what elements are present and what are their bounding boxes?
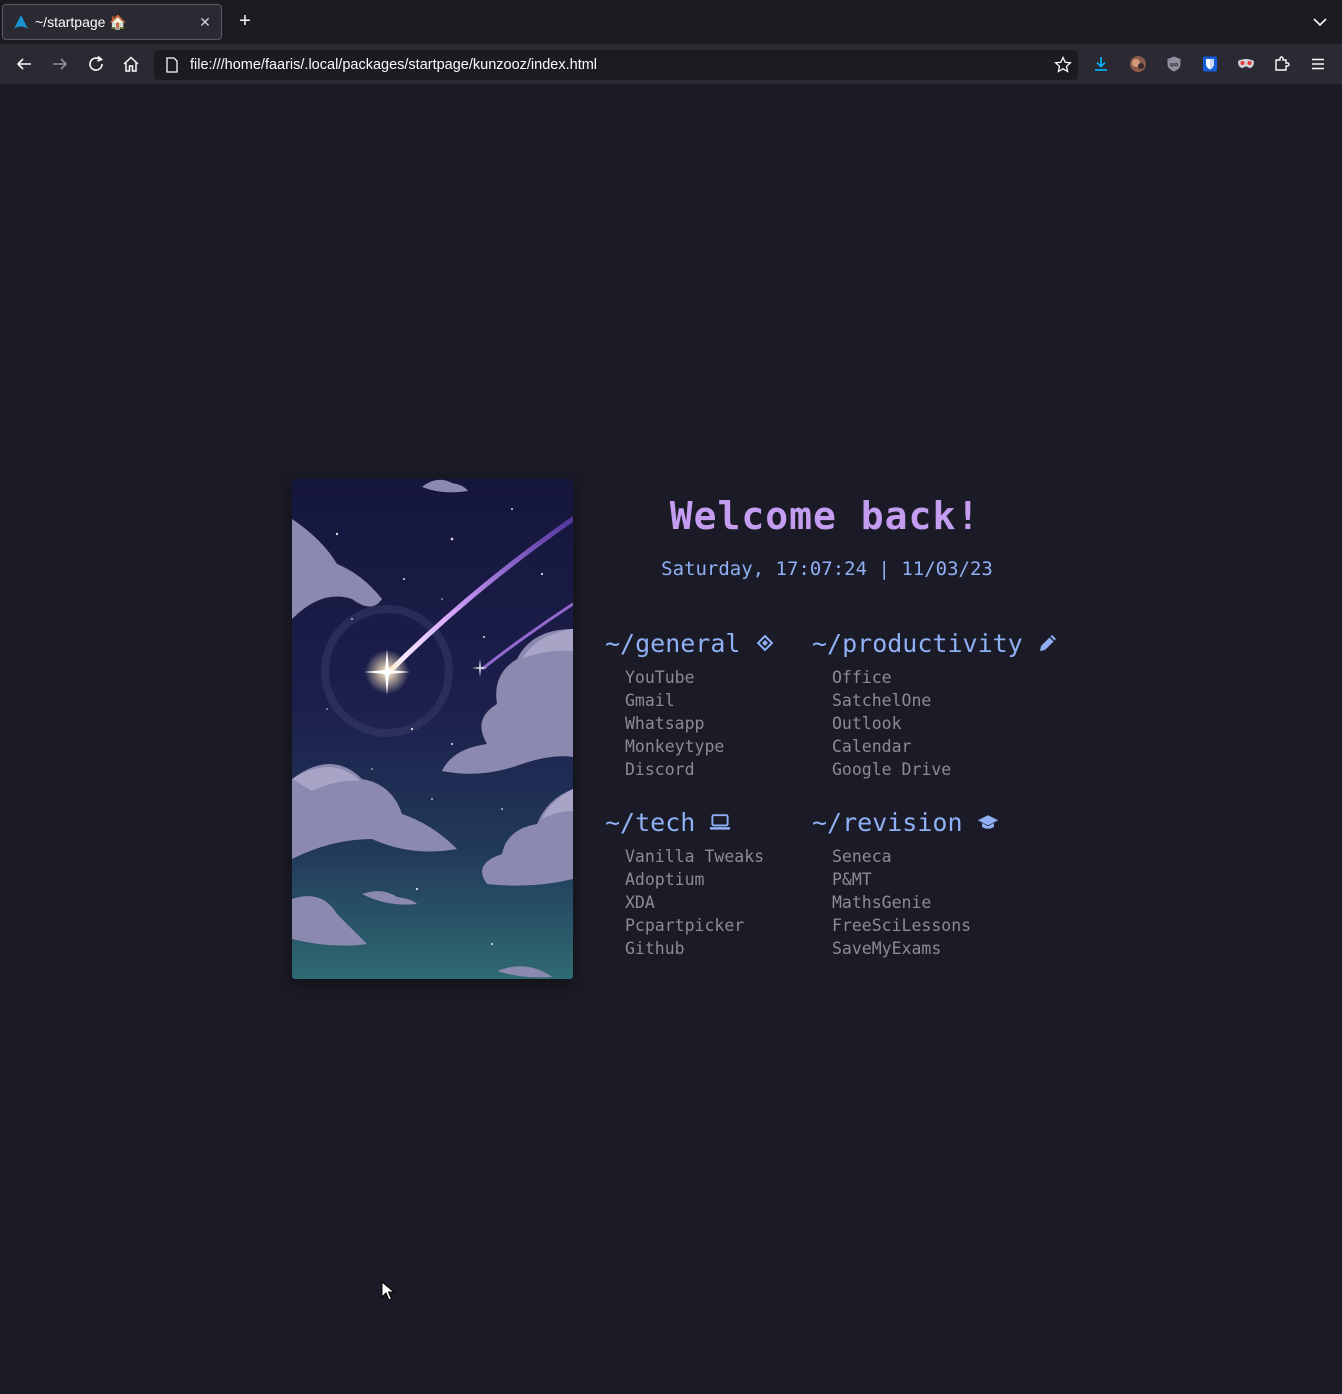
- link-savemyexams[interactable]: SaveMyExams: [832, 937, 999, 960]
- forward-button[interactable]: [50, 54, 70, 74]
- link-list: Office SatchelOne Outlook Calendar Googl…: [812, 666, 1059, 781]
- link-list: YouTube Gmail Whatsapp Monkeytype Discor…: [605, 666, 776, 781]
- tab-bar: ~/startpage 🏠 ✕ +: [0, 0, 1342, 44]
- link-freescilessons[interactable]: FreeSciLessons: [832, 914, 999, 937]
- link-outlook[interactable]: Outlook: [832, 712, 1059, 735]
- download-icon: [1095, 57, 1107, 71]
- starry-sky-image: [292, 479, 573, 979]
- address-bar[interactable]: file:///home/faaris/.local/packages/star…: [154, 50, 1078, 80]
- link-whatsapp[interactable]: Whatsapp: [625, 712, 776, 735]
- section-title: ~/tech: [605, 807, 696, 837]
- ublock-extension-button[interactable]: uo: [1164, 54, 1184, 74]
- hamburger-menu-icon: [1312, 58, 1324, 70]
- section-revision: ~/revision Seneca P&MT MathsGenie FreeSc…: [812, 805, 999, 960]
- link-google-drive[interactable]: Google Drive: [832, 758, 1059, 781]
- section-title: ~/productivity: [812, 628, 1023, 658]
- section-heading: ~/revision: [812, 805, 999, 839]
- section-heading: ~/tech: [605, 805, 764, 839]
- list-all-tabs-button[interactable]: [1310, 12, 1330, 32]
- welcome-heading: Welcome back!: [669, 494, 981, 538]
- link-office[interactable]: Office: [832, 666, 1059, 689]
- arch-logo-icon: [13, 14, 29, 30]
- profile-extension-button[interactable]: [1128, 54, 1148, 74]
- bookmark-star-icon[interactable]: [1054, 55, 1072, 74]
- section-productivity: ~/productivity Office SatchelOne Outlook…: [812, 626, 1059, 781]
- link-xda[interactable]: XDA: [625, 891, 764, 914]
- tab-startpage[interactable]: ~/startpage 🏠 ✕: [2, 4, 222, 40]
- shield-icon: uo: [1167, 56, 1181, 72]
- link-satchelone[interactable]: SatchelOne: [832, 689, 1059, 712]
- extension-button[interactable]: [1236, 54, 1256, 74]
- link-mathsgenie[interactable]: MathsGenie: [832, 891, 999, 914]
- link-youtube[interactable]: YouTube: [625, 666, 776, 689]
- extensions-menu-button[interactable]: [1272, 54, 1292, 74]
- link-list: Seneca P&MT MathsGenie FreeSciLessons Sa…: [812, 845, 999, 960]
- tab-title: ~/startpage 🏠: [35, 13, 127, 30]
- puzzle-icon: [1275, 56, 1290, 71]
- section-tech: ~/tech Vanilla Tweaks Adoptium XDA Pcpar…: [605, 805, 764, 960]
- arrow-right-icon: [53, 58, 68, 70]
- link-discord[interactable]: Discord: [625, 758, 776, 781]
- svg-text:uo: uo: [1170, 62, 1178, 69]
- chevron-down-icon: [1313, 18, 1327, 27]
- downloads-button[interactable]: [1091, 54, 1111, 74]
- section-heading: ~/general: [605, 626, 776, 660]
- diamond-icon: [754, 632, 776, 654]
- app-menu-button[interactable]: [1308, 54, 1328, 74]
- bitwarden-icon: [1203, 56, 1217, 72]
- section-general: ~/general YouTube Gmail Whatsapp Monkeyt…: [605, 626, 776, 781]
- graduation-cap-icon: [977, 811, 999, 833]
- link-list: Vanilla Tweaks Adoptium XDA Pcpartpicker…: [605, 845, 764, 960]
- home-button[interactable]: [121, 54, 141, 74]
- reload-icon: [89, 55, 104, 71]
- section-title: ~/general: [605, 628, 741, 658]
- new-tab-button[interactable]: +: [234, 10, 256, 32]
- mouse-cursor-icon: [381, 1280, 396, 1301]
- mask-icon: [1238, 59, 1254, 68]
- close-tab-icon[interactable]: ✕: [197, 14, 213, 31]
- url-text: file:///home/faaris/.local/packages/star…: [190, 57, 598, 73]
- link-calendar[interactable]: Calendar: [832, 735, 1059, 758]
- navigation-toolbar: file:///home/faaris/.local/packages/star…: [0, 44, 1342, 84]
- pencil-icon: [1037, 632, 1059, 654]
- home-icon: [123, 56, 139, 72]
- reload-button[interactable]: [86, 54, 106, 74]
- link-gmail[interactable]: Gmail: [625, 689, 776, 712]
- link-monkeytype[interactable]: Monkeytype: [625, 735, 776, 758]
- link-seneca[interactable]: Seneca: [832, 845, 999, 868]
- link-pmt[interactable]: P&MT: [832, 868, 999, 891]
- section-title: ~/revision: [812, 807, 963, 837]
- laptop-icon: [709, 811, 731, 833]
- arrow-left-icon: [16, 58, 31, 70]
- link-github[interactable]: Github: [625, 937, 764, 960]
- link-adoptium[interactable]: Adoptium: [625, 868, 764, 891]
- page-icon: [164, 57, 180, 73]
- back-button[interactable]: [14, 54, 34, 74]
- date-time-display: Saturday, 17:07:24 | 11/03/23: [661, 558, 993, 580]
- link-pcpartpicker[interactable]: Pcpartpicker: [625, 914, 764, 937]
- startpage-content: Welcome back! Saturday, 17:07:24 | 11/03…: [0, 84, 1342, 1394]
- bitwarden-extension-button[interactable]: [1200, 54, 1220, 74]
- section-heading: ~/productivity: [812, 626, 1059, 660]
- avatar-icon: [1130, 56, 1146, 72]
- link-vanilla-tweaks[interactable]: Vanilla Tweaks: [625, 845, 764, 868]
